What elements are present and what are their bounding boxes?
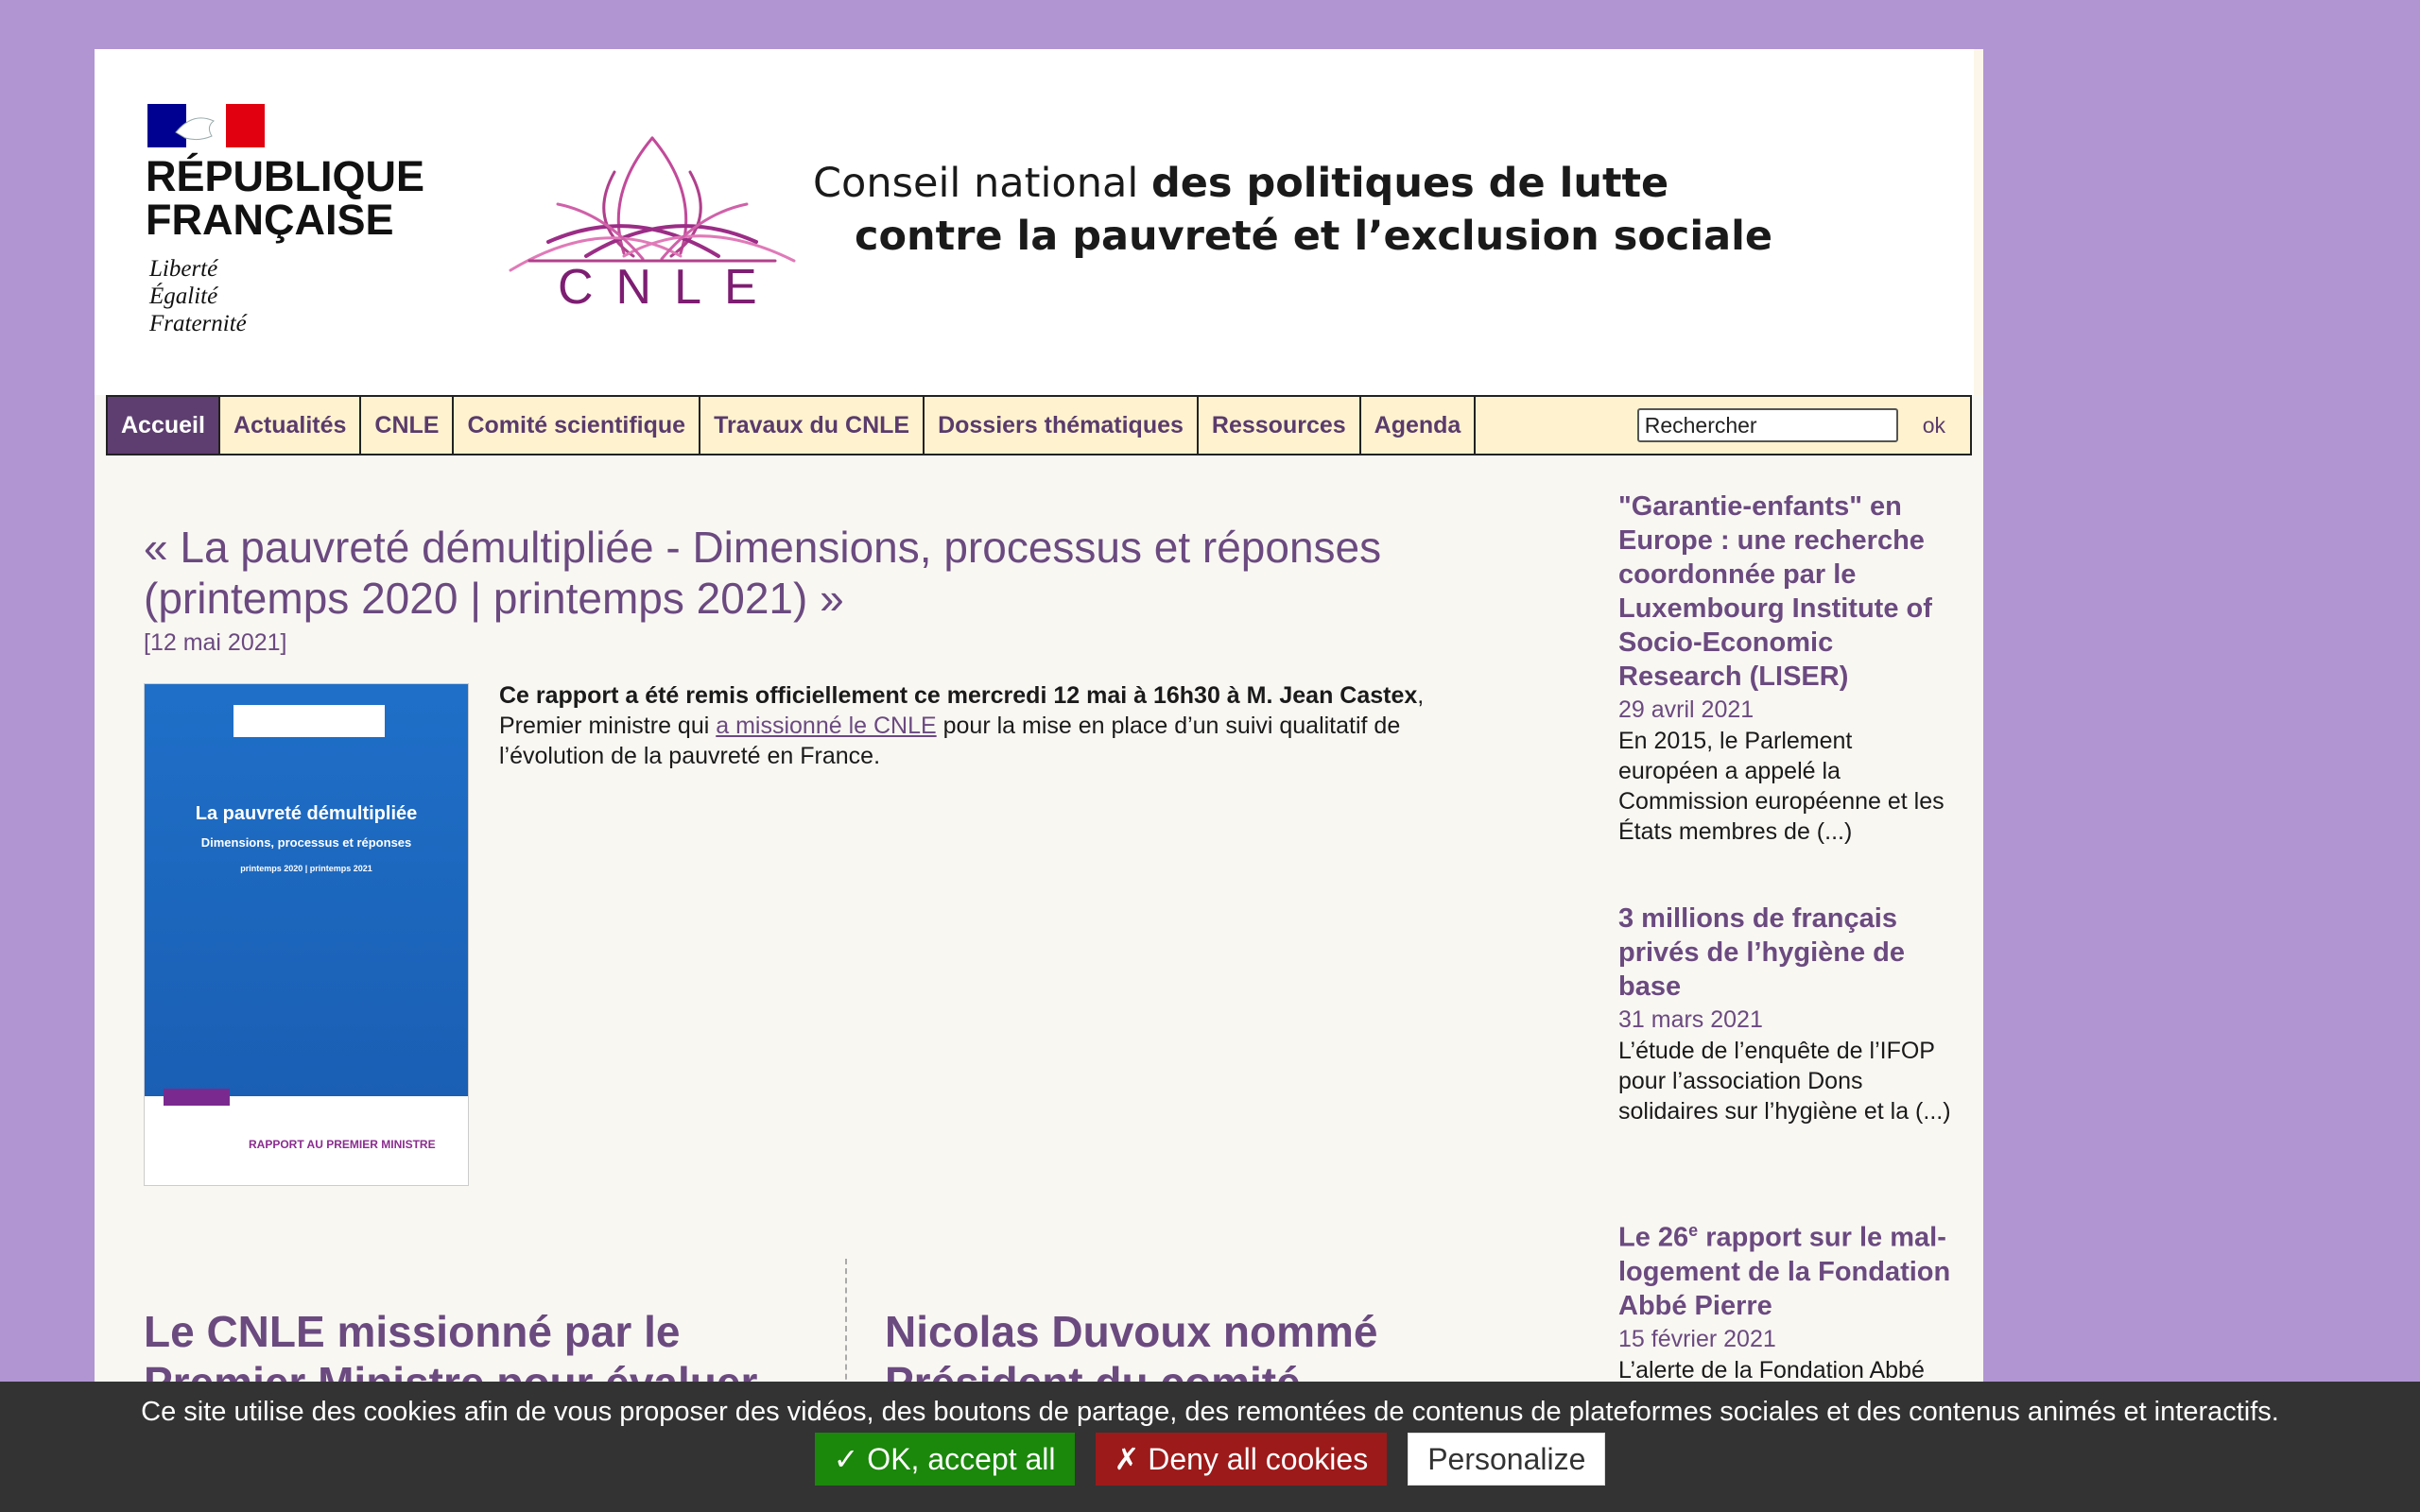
cookie-banner: Ce site utilise des cookies afin de vous… bbox=[0, 1382, 2420, 1512]
deny-all-cookies-button[interactable]: ✗ Deny all cookies bbox=[1095, 1433, 1388, 1486]
sidebar-item-text: En 2015, le Parlement européen a appelé … bbox=[1618, 728, 1945, 845]
sidebar-item-title[interactable]: 3 millions de français privés de l’hygiè… bbox=[1618, 902, 1955, 1004]
accept-all-cookies-button[interactable]: ✓ OK, accept all bbox=[814, 1433, 1075, 1486]
cnle-full-name: Conseil national des politiques de lutte… bbox=[813, 157, 1772, 263]
sidebar-item-text: L’étude de l’enquête de l’IFOP pour l’as… bbox=[1618, 1038, 1951, 1125]
cover-title: La pauvreté démultipliée bbox=[195, 803, 418, 824]
nav-item-agenda[interactable]: Agenda bbox=[1361, 397, 1477, 454]
marianne-logo-icon[interactable] bbox=[147, 104, 265, 147]
intro-bold: Ce rapport a été remis officiellement ce… bbox=[499, 682, 1418, 709]
motto: Liberté Égalité Fraternité bbox=[149, 255, 247, 337]
search-input[interactable] bbox=[1636, 408, 1898, 442]
personalize-cookies-button[interactable]: Personalize bbox=[1408, 1433, 1606, 1486]
sidebar-item-text: L’alerte de la Fondation Abbé bbox=[1618, 1356, 1925, 1383]
article-title-line2[interactable]: (printemps 2020 | printemps 2021) » bbox=[144, 574, 844, 623]
republique-line: RÉPUBLIQUE bbox=[146, 152, 425, 200]
search-ok-button[interactable]: ok bbox=[1923, 413, 1945, 438]
intro-link-missionne[interactable]: a missionné le CNLE bbox=[716, 713, 936, 739]
nav-item-actualites[interactable]: Actualités bbox=[220, 397, 362, 454]
cover-logo-band bbox=[233, 705, 385, 737]
motto-egalite: Égalité bbox=[149, 284, 218, 309]
article-title-line1[interactable]: « La pauvreté démultipliée - Dimensions,… bbox=[144, 523, 1381, 572]
francaise-line: FRANÇAISE bbox=[146, 196, 394, 244]
cookie-message: Ce site utilise des cookies afin de vous… bbox=[141, 1397, 2279, 1427]
cover-date-tag bbox=[164, 1089, 230, 1106]
cover-period: printemps 2020 | printemps 2021 bbox=[240, 864, 372, 873]
cnle-lotus-logo-icon[interactable] bbox=[492, 100, 813, 367]
header-edge bbox=[1974, 49, 1983, 395]
main-nav: Accueil Actualités CNLE Comité scientifi… bbox=[106, 395, 1972, 455]
sidebar-item: 3 millions de français privés de l’hygiè… bbox=[1618, 902, 1955, 1126]
republique-francaise-text: RÉPUBLIQUE FRANÇAISE bbox=[146, 155, 424, 242]
conseil-line1-plain: Conseil national bbox=[813, 160, 1151, 207]
sidebar-item-title[interactable]: Le 26e rapport sur le mal-logement de la… bbox=[1618, 1213, 1955, 1323]
cover-subtitle: Dimensions, processus et réponses bbox=[200, 835, 412, 850]
nav-item-accueil[interactable]: Accueil bbox=[108, 397, 220, 454]
article-date: [12 mai 2021] bbox=[144, 629, 287, 656]
article-intro: Ce rapport a été remis officiellement ce… bbox=[499, 680, 1482, 771]
sidebar-item-date: 15 février 2021 bbox=[1618, 1325, 1776, 1352]
search-area: ok bbox=[1636, 397, 1970, 454]
report-cover-image[interactable]: La pauvreté démultipliée Dimensions, pro… bbox=[144, 683, 469, 1186]
cnle-acronym: CNLE bbox=[558, 260, 780, 315]
sidebar-item-date: 29 avril 2021 bbox=[1618, 696, 1754, 723]
cover-blue-area bbox=[145, 684, 468, 1096]
page-container: RÉPUBLIQUE FRANÇAISE Liberté Égalité Fra… bbox=[95, 49, 1983, 1512]
sidebar-item-title[interactable]: "Garantie-enfants" en Europe : une reche… bbox=[1618, 490, 1955, 694]
article-title[interactable]: « La pauvreté démultipliée - Dimensions,… bbox=[144, 522, 1543, 624]
sidebar-item: Le 26e rapport sur le mal-logement de la… bbox=[1618, 1213, 1955, 1385]
nav-item-cnle[interactable]: CNLE bbox=[361, 397, 455, 454]
cookie-buttons: ✓ OK, accept all ✗ Deny all cookies Pers… bbox=[0, 1433, 2420, 1486]
motto-liberte: Liberté bbox=[149, 256, 218, 282]
nav-item-comite-scientifique[interactable]: Comité scientifique bbox=[454, 397, 701, 454]
site-header: RÉPUBLIQUE FRANÇAISE Liberté Égalité Fra… bbox=[95, 49, 1974, 395]
conseil-line2-bold: contre la pauvreté et l’exclusion social… bbox=[855, 213, 1773, 260]
motto-fraternite: Fraternité bbox=[149, 311, 247, 336]
nav-item-travaux[interactable]: Travaux du CNLE bbox=[700, 397, 925, 454]
sidebar-item: "Garantie-enfants" en Europe : une reche… bbox=[1618, 490, 1955, 847]
nav-item-dossiers[interactable]: Dossiers thématiques bbox=[925, 397, 1199, 454]
conseil-line1-bold: des politiques de lutte bbox=[1150, 160, 1669, 207]
nav-item-ressources[interactable]: Ressources bbox=[1199, 397, 1361, 454]
sidebar-item-date: 31 mars 2021 bbox=[1618, 1006, 1763, 1033]
cover-report-label: RAPPORT AU PREMIER MINISTRE bbox=[249, 1138, 436, 1151]
sidebar-title-pre[interactable]: Le 26 bbox=[1618, 1223, 1688, 1253]
sidebar-title-sup[interactable]: e bbox=[1688, 1221, 1698, 1240]
